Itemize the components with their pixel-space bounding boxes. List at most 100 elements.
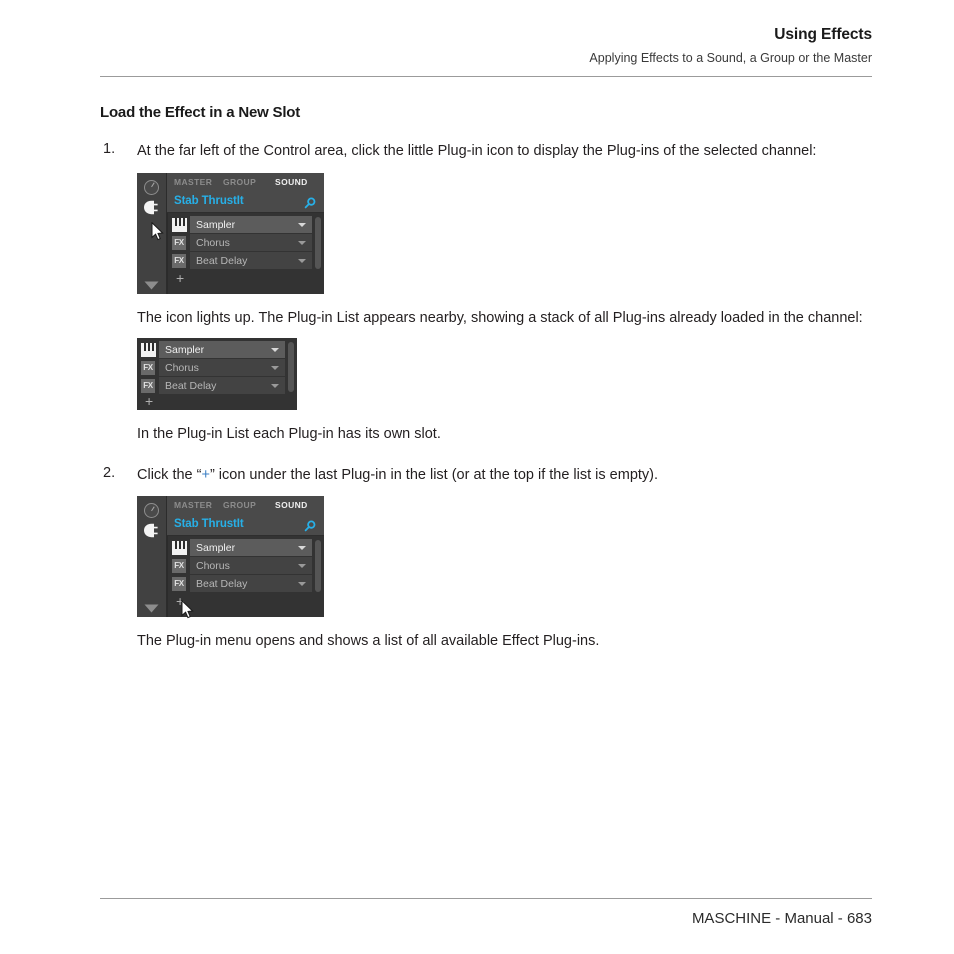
- channel-name: Stab ThrustIt: [174, 194, 244, 207]
- chevron-down-icon[interactable]: [298, 222, 306, 227]
- maschine-control-area[interactable]: MASTER GROUP SOUND Stab ThrustIt Sampler…: [137, 496, 324, 619]
- add-plugin-row[interactable]: +: [140, 394, 285, 410]
- step-2-text-before: Click the “: [137, 466, 202, 483]
- plugin-slot-row: Chorus: [190, 557, 312, 574]
- fx-badge-label: FX: [172, 559, 186, 573]
- paragraph-after-list: In the Plug-in List each Plug-in has its…: [137, 426, 441, 442]
- plugin-slot-sampler[interactable]: Sampler: [171, 215, 312, 233]
- figure-1: MASTER GROUP SOUND Stab ThrustIt Sampler…: [100, 172, 872, 294]
- knob-icon[interactable]: [144, 503, 159, 518]
- step-2: 2. Click the “+” icon under the last Plu…: [100, 465, 872, 486]
- plugin-slot-chorus[interactable]: FX Chorus: [140, 359, 285, 376]
- plugin-slot-label: Sampler: [165, 344, 205, 356]
- plugin-slot-sampler[interactable]: Sampler: [140, 341, 285, 358]
- scrollbar-thumb[interactable]: [288, 342, 294, 392]
- step-2-text: Click the “+” icon under the last Plug-i…: [137, 465, 872, 486]
- plugin-slot-sampler[interactable]: Sampler: [171, 539, 312, 556]
- plugin-slot-chorus[interactable]: FX Chorus: [171, 557, 312, 574]
- scrollbar-thumb[interactable]: [315, 540, 321, 592]
- keyboard-icon: [140, 342, 156, 357]
- chevron-down-icon[interactable]: [144, 600, 159, 613]
- plugin-slot-chorus[interactable]: FX Chorus: [171, 233, 312, 251]
- maschine-control-area[interactable]: MASTER GROUP SOUND Stab ThrustIt Sampler…: [137, 172, 324, 294]
- fx-badge-label: FX: [172, 253, 186, 268]
- chevron-down-icon[interactable]: [298, 564, 306, 568]
- plugin-slot-beat-delay[interactable]: FX Beat Delay: [171, 575, 312, 592]
- plugin-slot-beat-delay[interactable]: FX Beat Delay: [140, 377, 285, 394]
- chevron-down-icon[interactable]: [298, 582, 306, 586]
- tab-sound[interactable]: SOUND: [275, 500, 308, 510]
- fx-icon: FX: [171, 235, 187, 250]
- plugin-list-scrollbar[interactable]: [315, 539, 321, 614]
- chevron-down-icon[interactable]: [298, 258, 306, 263]
- tab-group[interactable]: GROUP: [223, 500, 256, 510]
- search-icon[interactable]: [304, 519, 316, 532]
- figure-3: MASTER GROUP SOUND Stab ThrustIt Sampler…: [100, 496, 872, 619]
- control-area-rail: [137, 172, 167, 294]
- fx-icon: FX: [140, 360, 156, 375]
- footer-text: MASCHINE - Manual - 683: [691, 910, 872, 927]
- plugin-list-scrollbar[interactable]: [288, 341, 294, 407]
- step-1-number: 1.: [103, 141, 116, 157]
- channel-tabs: MASTER GROUP SOUND: [167, 172, 324, 193]
- header-subtitle: Applying Effects to a Sound, a Group or …: [589, 51, 872, 65]
- fx-icon: FX: [171, 558, 187, 573]
- plugin-slot-label: Chorus: [196, 560, 230, 572]
- step-2-plus-accent: +: [201, 466, 210, 483]
- channel-name-bar: Stab ThrustIt: [167, 191, 324, 213]
- plugin-slot-label: Chorus: [196, 236, 230, 249]
- chevron-down-icon[interactable]: [271, 366, 279, 370]
- plugin-slot-row: Beat Delay: [159, 377, 285, 394]
- manual-page: Using Effects Applying Effects to a Soun…: [0, 0, 954, 954]
- plugin-slot-label: Sampler: [196, 542, 236, 554]
- plugin-slot-row: Sampler: [190, 539, 312, 556]
- plugin-list: Sampler FX Chorus FX Beat Delay +: [167, 212, 324, 294]
- section-title: Load the Effect in a New Slot: [100, 104, 301, 121]
- step-2-text-after: ” icon under the last Plug-in in the lis…: [209, 466, 659, 483]
- figure-2: Sampler FX Chorus FX Beat Delay +: [100, 338, 872, 410]
- fx-badge-label: FX: [172, 577, 186, 591]
- keyboard-icon: [171, 540, 187, 555]
- plugin-slot-label: Sampler: [196, 218, 236, 231]
- chevron-down-icon[interactable]: [298, 546, 306, 550]
- fx-badge-label: FX: [141, 379, 155, 393]
- plugin-slot-row: Chorus: [159, 359, 285, 376]
- scrollbar-thumb[interactable]: [315, 216, 321, 269]
- plugin-slot-label: Beat Delay: [196, 254, 248, 267]
- fx-badge-label: FX: [141, 361, 155, 375]
- search-icon[interactable]: [304, 196, 316, 208]
- tab-sound[interactable]: SOUND: [275, 177, 308, 187]
- plugin-slot-row: Sampler: [159, 341, 285, 358]
- plug-icon[interactable]: [143, 523, 160, 538]
- chevron-down-icon[interactable]: [271, 348, 279, 352]
- chevron-down-icon[interactable]: [271, 384, 279, 388]
- add-plugin-label: +: [176, 593, 185, 609]
- header-divider: [100, 76, 872, 77]
- step-1: 1. At the far left of the Control area, …: [100, 141, 872, 162]
- channel-tabs: MASTER GROUP SOUND: [167, 496, 324, 516]
- plugin-slot-label: Chorus: [165, 362, 199, 374]
- plugin-slot-row: Beat Delay: [190, 251, 312, 269]
- tab-group[interactable]: GROUP: [223, 177, 256, 187]
- plugin-slot-label: Beat Delay: [196, 578, 248, 590]
- plugin-list-standalone[interactable]: Sampler FX Chorus FX Beat Delay +: [137, 338, 297, 410]
- chevron-down-icon[interactable]: [144, 277, 159, 289]
- add-plugin-row[interactable]: +: [171, 594, 312, 610]
- tab-master[interactable]: MASTER: [174, 500, 212, 510]
- fx-badge-label: FX: [172, 235, 186, 250]
- tab-master[interactable]: MASTER: [174, 177, 212, 187]
- plugin-list-scrollbar[interactable]: [315, 215, 321, 291]
- knob-icon[interactable]: [144, 179, 159, 195]
- fx-icon: FX: [140, 378, 156, 393]
- add-plugin-row[interactable]: +: [171, 270, 312, 287]
- plugin-list: Sampler FX Chorus FX Beat Delay +: [137, 338, 297, 410]
- plugin-slot-label: Beat Delay: [165, 380, 217, 392]
- footer-divider: [100, 898, 872, 899]
- plug-icon[interactable]: [143, 200, 160, 215]
- chevron-down-icon[interactable]: [298, 240, 306, 245]
- fx-icon: FX: [171, 253, 187, 268]
- plugin-slot-row: Sampler: [190, 215, 312, 233]
- plugin-slot-beat-delay[interactable]: FX Beat Delay: [171, 251, 312, 269]
- step-2-number: 2.: [103, 464, 116, 481]
- paragraph-after-step2: The Plug-in menu opens and shows a list …: [137, 633, 600, 649]
